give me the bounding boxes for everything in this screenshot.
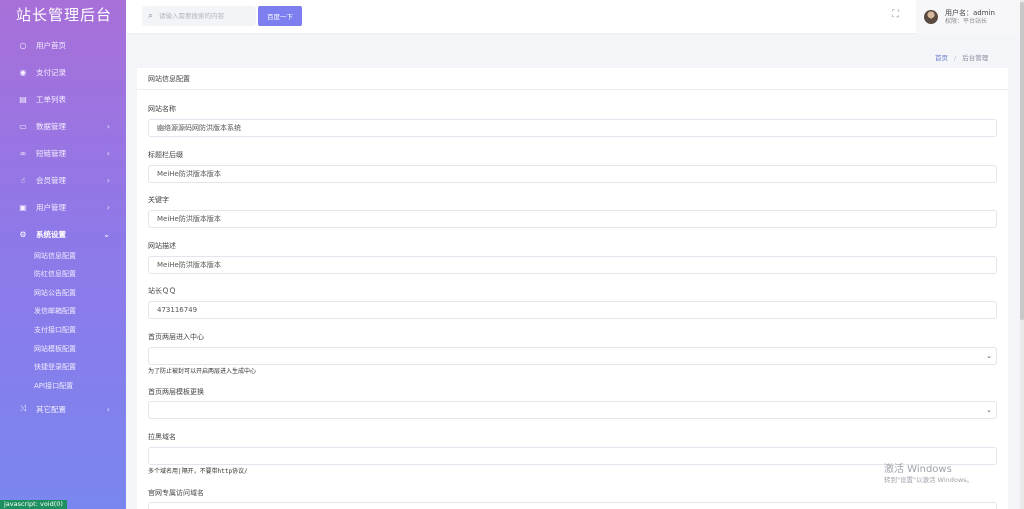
chevron-right-icon: › [106,121,110,131]
page-scrollbar[interactable] [1020,0,1024,509]
chevron-right-icon: › [106,148,110,158]
home-circle-icon: ○ [19,40,27,50]
homepage-template-select[interactable]: ⌄ [148,401,997,419]
sidebar-item-data[interactable]: ▭ 数据管理 › [0,116,126,136]
shuffle-icon: ⤨ [19,404,27,413]
site-name-label: 网站名称 [148,105,176,113]
topbar: ⌕ 百度一下 ⛶ 用户名：admin 权限：平台站长 [126,0,1020,34]
chevron-down-icon: ⌄ [103,229,110,239]
official-domain-label: 官网专属访问域名 [148,489,204,497]
avatar [924,10,938,24]
sidebar-item-other[interactable]: ⤨ 其它配置 › [0,399,126,419]
database-icon: ▭ [19,121,27,131]
qq-input[interactable] [148,301,997,319]
sidebar-subitem-announcement[interactable]: 网站公告配置 [34,288,76,298]
sidebar-item-settings[interactable]: ⚙ 系统设置 ⌄ [0,224,126,244]
sidebar-item-members[interactable]: ☝ 会员管理 › [0,170,126,190]
sidebar-item-label: 工单列表 [36,94,66,104]
sidebar-item-home[interactable]: ○ 用户首页 [0,35,126,55]
sidebar-subitem-quick-login[interactable]: 快捷登录配置 [34,362,76,372]
block-domain-label: 拉黑域名 [148,433,176,441]
chevron-right-icon: › [106,175,110,185]
chevron-right-icon: › [106,202,110,212]
windows-activation-watermark: 激活 Windows 转到"设置"以激活 Windows。 [884,464,973,485]
sidebar-item-label: 用户管理 [36,202,66,212]
chevron-down-icon: ⌄ [986,406,992,414]
user-menu[interactable]: 用户名：admin 权限：平台站长 [916,0,1020,34]
search-icon: ⌕ [148,11,154,21]
document-icon: ▤ [19,94,27,104]
keywords-input[interactable] [148,210,997,228]
brand-title: 站长管理后台 [16,6,113,24]
sidebar-item-label: 数据管理 [36,121,66,131]
status-bar: javascript: void(0) [0,500,67,509]
breadcrumb-home[interactable]: 首页 [935,54,948,62]
title-suffix-label: 标题栏后缀 [148,151,183,159]
site-name-input[interactable] [148,119,997,137]
description-input[interactable] [148,256,997,274]
sidebar-item-label: 系统设置 [36,229,66,239]
sidebar-item-shortlinks[interactable]: ∞ 短链管理 › [0,143,126,163]
chevron-down-icon: ⌄ [986,352,992,360]
card-title: 网站信息配置 [137,68,1008,90]
sidebar-subitem-api[interactable]: API接口配置 [34,381,73,391]
sidebar-subitem-template[interactable]: 网站模板配置 [34,344,76,354]
sidebar-item-label: 用户首页 [36,40,66,50]
chevron-right-icon: › [106,404,110,414]
breadcrumb-separator: / [954,54,957,62]
homepage-layer-select[interactable]: ⌄ [148,347,997,365]
search-button[interactable]: 百度一下 [258,6,302,26]
qq-label: 站长ＱＱ [148,287,176,295]
watermark-line2: 转到"设置"以激活 Windows。 [884,476,974,484]
user-card-icon: ▣ [19,202,27,212]
block-domain-input[interactable] [148,447,997,465]
gear-icon: ⚙ [19,229,27,239]
record-icon: ◉ [19,67,27,77]
watermark-line1: 激活 Windows [884,464,952,475]
search-input[interactable] [159,12,250,20]
homepage-layer-label: 首页两层进入中心 [148,333,204,341]
sidebar-item-label: 会员管理 [36,175,66,185]
sidebar-subitem-payment-api[interactable]: 支付接口配置 [34,325,76,335]
keywords-label: 关键字 [148,196,169,204]
scrollbar-thumb[interactable] [1020,2,1024,320]
block-domain-hint: 多个域名用|隔开，不要带http协议/ [148,468,248,475]
sidebar-subitem-mail[interactable]: 发信邮箱配置 [34,306,76,316]
sidebar-item-users[interactable]: ▣ 用户管理 › [0,197,126,217]
title-suffix-input[interactable] [148,165,997,183]
description-label: 网站描述 [148,242,176,250]
hand-icon: ☝ [20,175,26,185]
fullscreen-icon[interactable]: ⛶ [892,9,899,20]
user-name: 用户名：admin [945,8,995,17]
user-role: 权限：平台站长 [945,17,988,25]
sidebar-item-label: 支付记录 [36,67,66,77]
sidebar-item-payments[interactable]: ◉ 支付记录 [0,62,126,82]
sidebar: 站长管理后台 ○ 用户首页 ◉ 支付记录 ▤ 工单列表 ▭ 数据管理 › ∞ 短… [0,0,126,509]
search-box: ⌕ [142,6,256,26]
breadcrumb-current: 后台管理 [962,54,989,62]
sidebar-item-tickets[interactable]: ▤ 工单列表 [0,89,126,109]
official-domain-input[interactable] [148,502,997,509]
sidebar-subitem-anti-red[interactable]: 防红信息配置 [34,269,76,279]
homepage-layer-hint: 为了防止被封可以开启两层进入生成中心 [148,368,257,375]
sidebar-subitem-site-info[interactable]: 网站信息配置 [34,251,76,261]
homepage-template-label: 首页两层模板更换 [148,388,204,396]
link-icon: ∞ [19,148,27,158]
sidebar-item-label: 其它配置 [36,404,66,414]
breadcrumb: 首页 / 后台管理 [935,52,988,62]
sidebar-item-label: 短链管理 [36,148,66,158]
